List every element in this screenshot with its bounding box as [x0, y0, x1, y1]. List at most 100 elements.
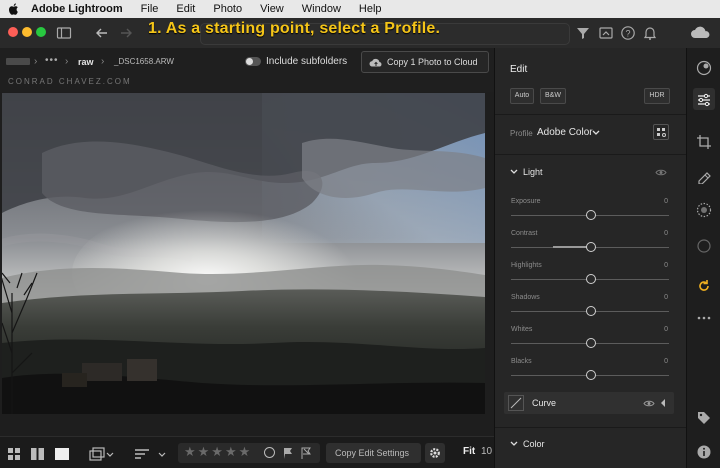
red-eye-icon[interactable] — [696, 238, 712, 254]
window-zoom-button[interactable] — [36, 27, 46, 37]
detail-view-icon[interactable] — [55, 448, 69, 460]
panel-divider — [495, 427, 686, 428]
contrast-value[interactable]: 0 — [664, 230, 668, 237]
landscape-photo — [2, 93, 485, 414]
menu-app-name[interactable]: Adobe Lightroom — [31, 3, 123, 15]
blacks-slider-knob[interactable] — [586, 370, 596, 380]
exposure-value[interactable]: 0 — [664, 198, 668, 205]
masking-icon[interactable] — [696, 202, 712, 218]
exposure-label: Exposure — [511, 198, 541, 205]
auto-button[interactable]: Auto — [510, 88, 534, 104]
star-rating[interactable]: ★★★★★ — [184, 444, 252, 460]
chevron-right-icon: › — [101, 56, 105, 67]
copy-to-cloud-button[interactable]: Copy 1 Photo to Cloud — [361, 51, 489, 73]
color-section-title[interactable]: Color — [523, 439, 545, 449]
cloud-upload-icon — [369, 58, 382, 67]
curve-label: Curve — [532, 398, 557, 408]
catalog-thumbnail[interactable] — [6, 58, 30, 65]
info-icon[interactable] — [696, 444, 712, 460]
shadows-slider-knob[interactable] — [586, 306, 596, 316]
eye-icon[interactable] — [643, 399, 655, 408]
help-icon[interactable]: ? — [620, 25, 636, 41]
stack-dropdown-icon[interactable] — [89, 447, 115, 461]
exposure-slider-knob[interactable] — [586, 210, 596, 220]
tag-icon[interactable] — [696, 410, 712, 426]
edit-panel: Edit Auto B&W HDR Profile Adobe Color Li… — [494, 48, 686, 468]
apple-icon[interactable] — [8, 3, 19, 15]
profile-browser-icon — [657, 128, 666, 137]
grid-view-icon[interactable] — [8, 448, 20, 460]
sort-dropdown-icon[interactable] — [134, 447, 168, 461]
panel-divider — [495, 114, 686, 115]
profile-dropdown[interactable]: Adobe Color — [537, 127, 593, 138]
breadcrumb-file: _DSC1658.ARW — [114, 57, 174, 66]
bw-button[interactable]: B&W — [540, 88, 566, 104]
chevron-down-icon[interactable] — [510, 169, 518, 175]
menu-view[interactable]: View — [260, 3, 284, 15]
notifications-icon[interactable] — [642, 25, 658, 41]
hdr-button[interactable]: HDR — [644, 88, 670, 104]
reject-circle-icon[interactable] — [264, 447, 275, 458]
reject-flag-icon[interactable] — [300, 447, 312, 459]
menu-window[interactable]: Window — [302, 3, 341, 15]
sidebar-toggle-icon[interactable] — [56, 25, 72, 41]
filter-icon[interactable] — [575, 25, 591, 41]
photo-canvas[interactable] — [2, 93, 485, 414]
sliders-icon[interactable] — [696, 92, 712, 108]
bottom-toolbar: ★★★★★ Copy Edit Settings Fit 10 — [0, 436, 494, 468]
window-close-button[interactable] — [8, 27, 18, 37]
back-arrow-icon[interactable] — [94, 25, 110, 41]
more-options-icon[interactable] — [696, 310, 712, 326]
chevron-down-icon[interactable] — [592, 130, 600, 136]
copy-edit-settings-label: Copy Edit Settings — [335, 448, 410, 458]
copy-edit-settings-button[interactable]: Copy Edit Settings — [326, 443, 421, 463]
whites-label: Whites — [511, 326, 533, 333]
highlights-value[interactable]: 0 — [664, 262, 668, 269]
forward-arrow-icon[interactable] — [118, 25, 134, 41]
collapse-arrow-icon[interactable] — [660, 399, 666, 407]
blacks-value[interactable]: 0 — [664, 358, 668, 365]
healing-brush-icon[interactable] — [696, 168, 712, 184]
include-subfolders-label: Include subfolders — [266, 56, 348, 67]
shadows-value[interactable]: 0 — [664, 294, 668, 301]
menu-edit[interactable]: Edit — [176, 3, 195, 15]
settings-gear-button[interactable] — [425, 443, 445, 463]
sharing-icon[interactable] — [598, 25, 614, 41]
compare-view-icon[interactable] — [31, 448, 44, 460]
eye-icon[interactable] — [655, 168, 667, 177]
blacks-label: Blacks — [511, 358, 532, 365]
menu-file[interactable]: File — [141, 3, 159, 15]
contrast-label: Contrast — [511, 230, 538, 237]
light-section-title[interactable]: Light — [523, 167, 543, 177]
menu-photo[interactable]: Photo — [213, 3, 242, 15]
zoom-fit-button[interactable]: Fit — [463, 446, 475, 457]
tool-rail — [686, 48, 720, 468]
highlights-label: Highlights — [511, 262, 542, 269]
profile-label: Profile — [510, 129, 533, 138]
pick-flag-icon[interactable] — [282, 447, 294, 459]
profile-browser-button[interactable] — [653, 124, 669, 140]
crop-icon[interactable] — [696, 134, 712, 150]
contrast-slider-knob[interactable] — [586, 242, 596, 252]
include-subfolders-toggle[interactable] — [245, 57, 261, 66]
chevron-right-icon: › — [34, 56, 38, 67]
tutorial-caption: 1. As a starting point, select a Profile… — [148, 20, 441, 37]
rating-flag-group: ★★★★★ — [178, 443, 320, 463]
more-icon[interactable]: ••• — [45, 55, 59, 66]
cloud-status-icon[interactable] — [690, 25, 712, 41]
shadows-label: Shadows — [511, 294, 540, 301]
highlights-slider-knob[interactable] — [586, 274, 596, 284]
versions-icon[interactable] — [696, 278, 712, 294]
whites-value[interactable]: 0 — [664, 326, 668, 333]
whites-slider-knob[interactable] — [586, 338, 596, 348]
chevron-down-icon[interactable] — [510, 441, 518, 447]
watermark-text: CONRAD CHAVEZ.COM — [8, 77, 132, 86]
menu-help[interactable]: Help — [359, 3, 382, 15]
breadcrumb-folder[interactable]: raw — [78, 57, 94, 67]
menu-bar: Adobe Lightroom File Edit Photo View Win… — [0, 0, 720, 18]
window-minimize-button[interactable] — [22, 27, 32, 37]
curve-row[interactable]: Curve — [504, 392, 674, 414]
presets-icon[interactable] — [696, 60, 712, 76]
zoom-value[interactable]: 10 — [481, 446, 492, 457]
chevron-right-icon: › — [65, 56, 69, 67]
